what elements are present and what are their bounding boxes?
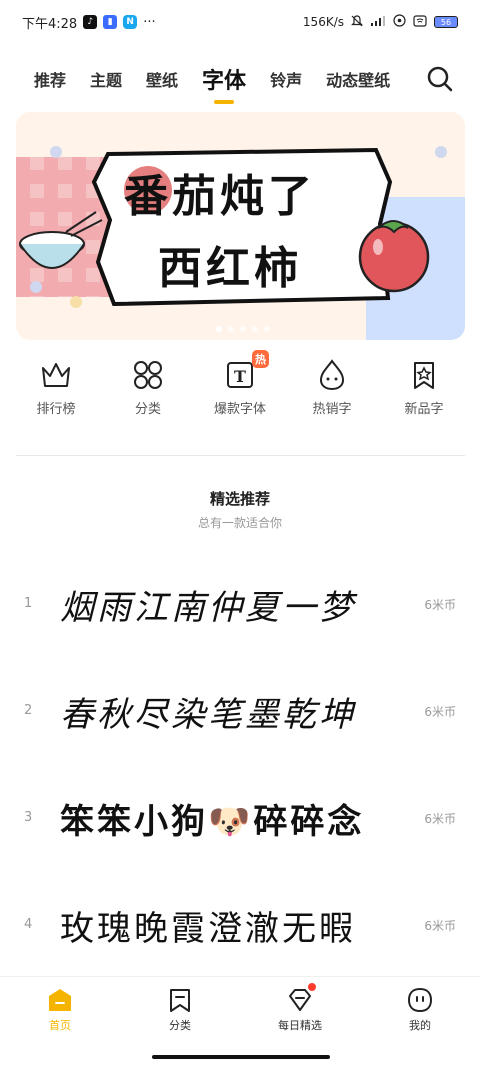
- pagination-dot: [240, 326, 246, 332]
- bookmark-icon: [167, 987, 193, 1013]
- search-icon[interactable]: [426, 65, 454, 93]
- tiktok-icon: ♪: [83, 15, 98, 29]
- font-rank: 3: [24, 810, 33, 825]
- font-price: 6米币: [424, 705, 456, 719]
- font-sample: 玫瑰晚霞澄澈无暇: [60, 909, 356, 949]
- font-rank: 2: [24, 703, 33, 718]
- home-icon: [47, 987, 73, 1013]
- star-tag-icon: [407, 358, 441, 392]
- network-speed: 156K/s: [302, 15, 344, 29]
- tab-themes[interactable]: 主题: [90, 67, 122, 91]
- tab-recommend[interactable]: 推荐: [34, 67, 66, 91]
- font-rank: 1: [24, 596, 33, 611]
- pagination-dot: [252, 326, 258, 332]
- category-classify[interactable]: 分类: [108, 358, 188, 428]
- tab-fonts[interactable]: 字体: [202, 63, 246, 95]
- font-sample: 烟雨江南仲夏一梦: [60, 588, 356, 628]
- status-time: 下午4:28: [22, 16, 78, 32]
- category-label: 分类: [134, 402, 161, 417]
- tab-ringtones[interactable]: 铃声: [270, 67, 302, 91]
- wifi-icon: [413, 14, 427, 30]
- nav-mine[interactable]: 我的: [370, 977, 470, 1038]
- hotspot-icon: [393, 14, 406, 30]
- status-bar: 下午4:28 ♪ ▮ N ··· 156K/s 56: [0, 0, 480, 44]
- smiley-icon: [407, 987, 433, 1013]
- banner-pagination: [216, 326, 270, 332]
- nav-label: 首页: [49, 1019, 71, 1032]
- banner-title-line2: 西红柿: [158, 243, 302, 294]
- font-sample: 春秋尽染笔墨乾坤: [60, 695, 356, 735]
- category-new-fonts[interactable]: 新品字: [384, 358, 464, 428]
- signal-icon: [370, 15, 386, 30]
- mute-icon: [351, 14, 363, 30]
- pagination-dot: [264, 326, 270, 332]
- pagination-dot: [228, 326, 234, 332]
- section-title: 精选推荐: [209, 490, 270, 508]
- font-price: 6米币: [424, 919, 456, 933]
- divider: [16, 455, 465, 456]
- category-label: 排行榜: [36, 402, 76, 417]
- font-rank: 4: [24, 917, 33, 932]
- nav-category[interactable]: 分类: [130, 977, 230, 1038]
- nav-daily-picks[interactable]: 每日精选: [250, 977, 350, 1038]
- category-best-selling[interactable]: 热销字: [292, 358, 372, 428]
- font-list-item[interactable]: 1 烟雨江南仲夏一梦 6米币: [0, 566, 480, 646]
- banner-title-line1: 番茄炖了: [124, 171, 316, 222]
- battery-level: 56: [440, 17, 452, 27]
- promo-banner[interactable]: 番茄炖了 西红柿: [16, 112, 465, 340]
- nav-label: 我的: [409, 1019, 431, 1032]
- notification-dot: [308, 983, 316, 991]
- category-row: 排行榜 分类 T 热 爆款字体 热销字 新品字: [0, 350, 480, 428]
- grid-icon: [131, 358, 165, 392]
- nav-label: 分类: [169, 1019, 191, 1032]
- font-list-item[interactable]: 4 玫瑰晚霞澄澈无暇 6米币: [0, 887, 480, 967]
- nav-label: 每日精选: [278, 1019, 322, 1032]
- font-sample: 笨笨小狗🐶碎碎念: [60, 802, 365, 842]
- font-list-item[interactable]: 2 春秋尽染笔墨乾坤 6米币: [0, 673, 480, 753]
- svg-text:T: T: [234, 367, 246, 386]
- font-price: 6米币: [424, 598, 456, 612]
- nav-home[interactable]: 首页: [10, 977, 110, 1038]
- top-nav: 推荐 主题 壁纸 字体 铃声 动态壁纸: [0, 56, 480, 102]
- app-icon: ▮: [103, 15, 118, 29]
- category-label: 热销字: [312, 402, 352, 417]
- home-indicator[interactable]: [152, 1055, 330, 1059]
- app-n-icon: N: [123, 15, 138, 29]
- font-list-item[interactable]: 3 笨笨小狗🐶碎碎念 6米币: [0, 780, 480, 860]
- pagination-dot: [216, 326, 222, 332]
- status-right: 156K/s 56: [303, 14, 458, 30]
- tab-live-wallpapers[interactable]: 动态壁纸: [326, 67, 390, 91]
- category-label: 新品字: [404, 402, 444, 417]
- section-subtitle: 总有一款适合你: [197, 516, 282, 530]
- banner-illustration: [16, 146, 465, 340]
- tab-wallpapers[interactable]: 壁纸: [146, 67, 178, 91]
- bottom-nav: 首页 分类 每日精选 我的: [0, 976, 480, 1038]
- status-left: 下午4:28 ♪ ▮ N ···: [22, 13, 156, 32]
- crown-icon: [39, 358, 73, 392]
- category-ranking[interactable]: 排行榜: [16, 358, 96, 428]
- battery-icon: 56: [434, 16, 458, 28]
- category-hot-fonts[interactable]: T 热 爆款字体: [200, 350, 280, 428]
- category-label: 爆款字体: [213, 402, 266, 417]
- flame-icon: [315, 358, 349, 392]
- diamond-icon: [287, 987, 313, 1013]
- font-price: 6米币: [424, 812, 456, 826]
- hot-badge: 热: [252, 350, 269, 368]
- more-notifications-icon: ···: [143, 14, 156, 30]
- font-t-icon: T 热: [223, 350, 269, 392]
